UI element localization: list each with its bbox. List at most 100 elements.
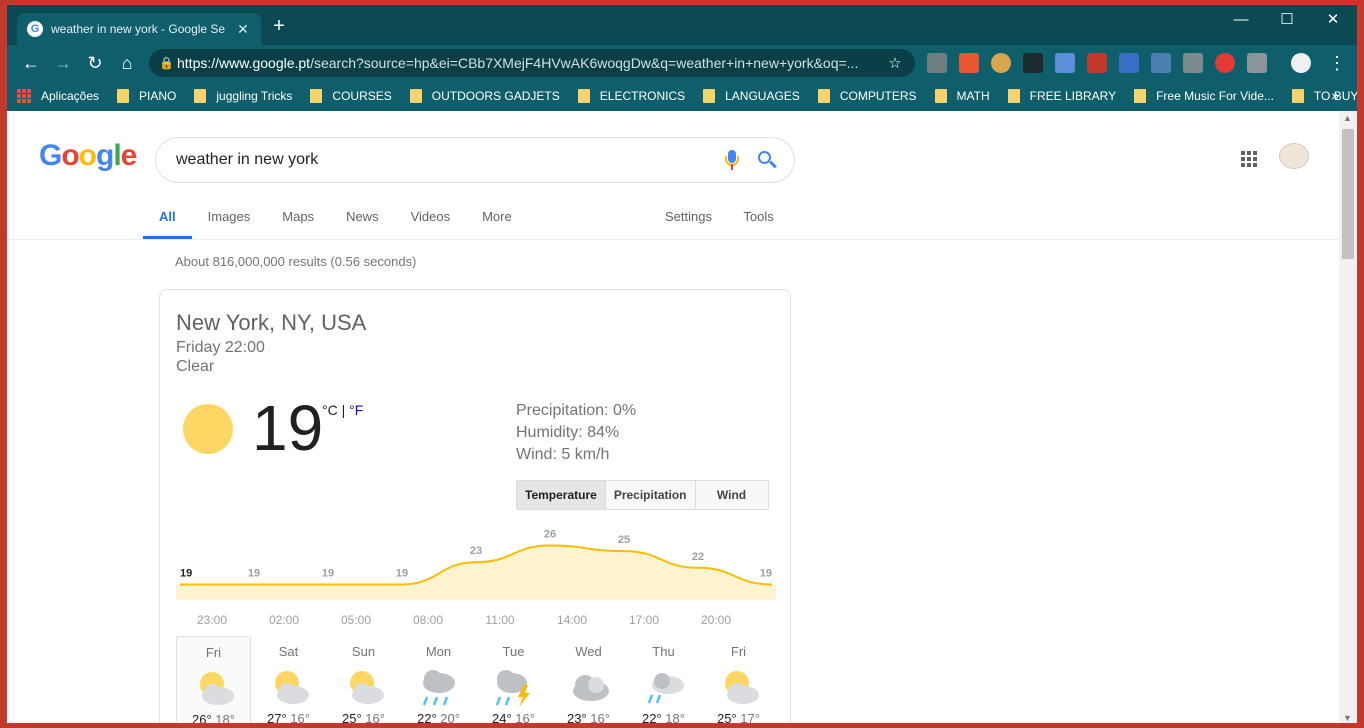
address-bar[interactable]: 🔒 https://www.google.pt/search?source=hp… bbox=[149, 49, 915, 77]
folder-icon bbox=[117, 89, 130, 103]
tab-more[interactable]: More bbox=[482, 197, 512, 239]
browser-tab[interactable]: G weather in new york - Google Se ✕ bbox=[17, 13, 261, 45]
tab-videos[interactable]: Videos bbox=[411, 197, 451, 239]
folder-icon bbox=[1291, 89, 1304, 103]
bookmark-folder[interactable]: FREE LIBRARY bbox=[1007, 89, 1116, 103]
maximize-button[interactable]: ☐ bbox=[1267, 9, 1307, 33]
tab-settings[interactable]: Settings bbox=[665, 209, 712, 224]
forecast-temps: 25° 17° bbox=[701, 711, 776, 724]
bookmark-folder[interactable]: OUTDOORS GADJETS bbox=[409, 89, 560, 103]
back-button[interactable]: ← bbox=[15, 49, 47, 77]
bookmark-folder[interactable]: COURSES bbox=[310, 89, 392, 103]
discount-extension-icon[interactable] bbox=[959, 53, 979, 73]
scroll-down-icon[interactable]: ▼ bbox=[1343, 713, 1352, 723]
google-apps-icon[interactable] bbox=[1241, 151, 1257, 167]
forecast-high: 23° bbox=[567, 711, 587, 724]
bookmark-folder[interactable]: LANGUAGES bbox=[703, 89, 800, 103]
owl-extension-icon[interactable] bbox=[991, 53, 1011, 73]
more-bookmarks-icon[interactable]: » bbox=[1331, 87, 1339, 103]
forecast-day[interactable]: Sun 25° 16° bbox=[326, 636, 401, 724]
forecast-low: 16° bbox=[361, 711, 385, 724]
shield-extension-icon[interactable] bbox=[1247, 53, 1267, 73]
folder-icon bbox=[934, 89, 947, 103]
wind-tab[interactable]: Wind bbox=[695, 481, 768, 509]
menu-icon[interactable]: ⋮ bbox=[1321, 49, 1353, 77]
bookmark-folder[interactable]: PIANO bbox=[117, 89, 176, 103]
unit-toggle: °C | °F bbox=[322, 402, 363, 418]
temperature-label: 23 bbox=[470, 545, 482, 557]
folder-icon bbox=[409, 89, 422, 103]
forecast-day[interactable]: Mon 22° 20° bbox=[401, 636, 476, 724]
grid-extension-icon[interactable] bbox=[1151, 53, 1171, 73]
url-text: https://www.google.pt/search?source=hp&e… bbox=[177, 55, 885, 71]
hour-tick-label: 14:00 bbox=[557, 613, 587, 627]
home-button[interactable]: ⌂ bbox=[111, 49, 143, 77]
mail-extension-icon[interactable] bbox=[927, 53, 947, 73]
temperature-tab[interactable]: Temperature bbox=[517, 481, 606, 509]
unit-separator: | bbox=[337, 402, 350, 418]
we-extension-icon[interactable] bbox=[1023, 53, 1043, 73]
record-extension-icon[interactable] bbox=[1215, 53, 1235, 73]
bookmark-folder[interactable]: juggling Tricks bbox=[194, 89, 292, 103]
search-icon[interactable] bbox=[756, 149, 778, 171]
forecast-high: 25° bbox=[717, 711, 737, 724]
search-input[interactable]: weather in new york bbox=[155, 137, 795, 183]
bookmark-folder[interactable]: COMPUTERS bbox=[817, 89, 917, 103]
forecast-day[interactable]: Thu 22° 18° bbox=[626, 636, 701, 723]
translate-extension-icon[interactable] bbox=[1055, 53, 1075, 73]
forecast-day[interactable]: Tue 24° 16° bbox=[476, 636, 551, 723]
forecast-temps: 26° 18° bbox=[177, 712, 250, 724]
bookmark-label: Free Music For Vide... bbox=[1156, 89, 1274, 103]
wind: Wind: 5 km/h bbox=[516, 446, 610, 463]
celsius-unit[interactable]: °C bbox=[322, 402, 338, 418]
weather-location[interactable]: New York, NY, USA bbox=[176, 310, 366, 336]
forecast-day[interactable]: Fri 26° 18° bbox=[176, 636, 251, 724]
scrollbar-thumb[interactable] bbox=[1342, 129, 1354, 259]
precipitation-tab[interactable]: Precipitation bbox=[605, 481, 696, 509]
scrollbar[interactable]: ▲ ▼ bbox=[1339, 111, 1357, 723]
close-tab-icon[interactable]: ✕ bbox=[235, 21, 251, 38]
location-extension-icon[interactable] bbox=[1183, 53, 1203, 73]
tab-news[interactable]: News bbox=[346, 197, 379, 239]
forecast-day[interactable]: Wed 23° 16° bbox=[551, 636, 626, 724]
hour-tick-label: 08:00 bbox=[413, 613, 443, 627]
bookmark-folder[interactable]: TO BUY bbox=[1291, 89, 1357, 103]
tab-maps[interactable]: Maps bbox=[282, 197, 314, 239]
partly-sunny-icon bbox=[265, 667, 313, 707]
reload-button[interactable]: ↻ bbox=[79, 49, 111, 77]
google-logo[interactable]: Google bbox=[39, 139, 137, 173]
forecast-day[interactable]: Fri 25° 17° bbox=[701, 636, 776, 724]
tab-tools[interactable]: Tools bbox=[743, 209, 773, 224]
hour-tick-label: 23:00 bbox=[197, 613, 227, 627]
forecast-high: 26° bbox=[192, 712, 212, 724]
tab-images[interactable]: Images bbox=[208, 197, 251, 239]
forecast-day[interactable]: Sat 27° 16° bbox=[251, 636, 326, 723]
forecast-high: 22° bbox=[417, 711, 437, 724]
bookmark-folder[interactable]: MATH bbox=[934, 89, 990, 103]
folder-icon bbox=[1134, 89, 1147, 103]
partly-sunny-icon bbox=[190, 668, 238, 708]
forecast-low: 17° bbox=[736, 711, 760, 724]
profile-icon[interactable] bbox=[1291, 53, 1311, 73]
forward-button[interactable]: → bbox=[47, 49, 79, 77]
partly-sunny-icon bbox=[340, 667, 388, 707]
search-query: weather in new york bbox=[176, 151, 319, 168]
close-window-button[interactable]: ✕ bbox=[1313, 9, 1353, 33]
bookmark-folder[interactable]: Free Music For Vide... bbox=[1134, 89, 1274, 103]
new-tab-button[interactable]: + bbox=[269, 16, 289, 37]
microphone-icon[interactable] bbox=[718, 146, 746, 174]
tab-all[interactable]: All bbox=[143, 197, 192, 239]
bookmark-label: COURSES bbox=[332, 89, 392, 103]
fahrenheit-unit[interactable]: °F bbox=[349, 402, 363, 418]
book-extension-icon[interactable] bbox=[1087, 53, 1107, 73]
bookmark-folder[interactable]: ELECTRONICS bbox=[577, 89, 685, 103]
bookmark-star-icon[interactable]: ☆ bbox=[885, 54, 905, 72]
avatar[interactable] bbox=[1279, 143, 1309, 169]
minimize-button[interactable]: — bbox=[1221, 9, 1261, 33]
forecast-day-name: Fri bbox=[730, 644, 747, 659]
temperature-label: 22 bbox=[692, 551, 704, 563]
scroll-up-icon[interactable]: ▲ bbox=[1343, 113, 1352, 123]
ui-extension-icon[interactable] bbox=[1119, 53, 1139, 73]
bookmark-apps[interactable]: Aplicações bbox=[17, 89, 99, 103]
folder-icon bbox=[817, 89, 830, 103]
